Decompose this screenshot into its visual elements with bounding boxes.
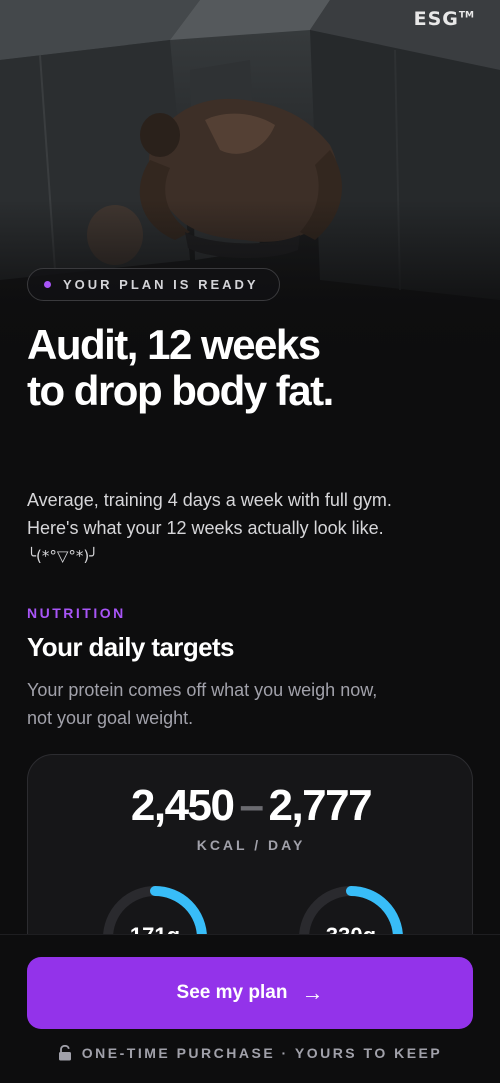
- section-subtitle: Your protein comes off what you weigh no…: [27, 676, 477, 732]
- intro-line-2: Here's what your 12 weeks actually look …: [27, 518, 384, 538]
- arrow-right-icon: →: [301, 980, 324, 1005]
- status-badge: YOUR PLAN IS READY: [27, 268, 280, 301]
- kcal-high: 2,777: [268, 781, 372, 830]
- kcal-separator: –: [239, 781, 264, 830]
- intro-line-1: Average, training 4 days a week with ful…: [27, 490, 392, 510]
- status-text: YOUR PLAN IS READY: [63, 277, 259, 292]
- status-dot-icon: [44, 281, 51, 288]
- section-subtitle-line-2: not your goal weight.: [27, 708, 194, 728]
- purchase-footnote: ONE-TIME PURCHASE · YOURS TO KEEP: [0, 1045, 500, 1061]
- headline-line-2: to drop body fat.: [27, 367, 334, 414]
- plan-ready-screen: ESGTM YOUR PLAN IS READY Audit, 12 weeks…: [0, 0, 500, 1083]
- headline-line-1: Audit, 12 weeks: [27, 321, 321, 368]
- kcal-range: 2,450 – 2,777: [28, 781, 474, 831]
- see-my-plan-label: See my plan: [176, 982, 288, 1003]
- brand-logo: ESGTM: [414, 8, 474, 30]
- brand-logo-text: ESG: [413, 8, 459, 30]
- intro-emoticon: ╰(*°▽°*)╯: [27, 547, 99, 565]
- section-title: Your daily targets: [27, 632, 234, 662]
- kcal-low: 2,450: [130, 781, 235, 830]
- page-title: Audit, 12 weeks to drop body fat.: [27, 322, 477, 414]
- intro-text: Average, training 4 days a week with ful…: [27, 486, 487, 570]
- kcal-unit-label: KCAL / DAY: [196, 837, 306, 853]
- section-eyebrow: NUTRITION: [27, 605, 126, 621]
- see-my-plan-button[interactable]: See my plan →: [27, 957, 473, 1029]
- bottom-action-bar: See my plan → ONE-TIME PURCHASE · YOURS …: [0, 934, 500, 1083]
- footnote-text: ONE-TIME PURCHASE · YOURS TO KEEP: [81, 1045, 443, 1061]
- section-subtitle-line-1: Your protein comes off what you weigh no…: [27, 680, 378, 700]
- lock-icon: [58, 1045, 71, 1061]
- trademark-mark: TM: [458, 10, 474, 21]
